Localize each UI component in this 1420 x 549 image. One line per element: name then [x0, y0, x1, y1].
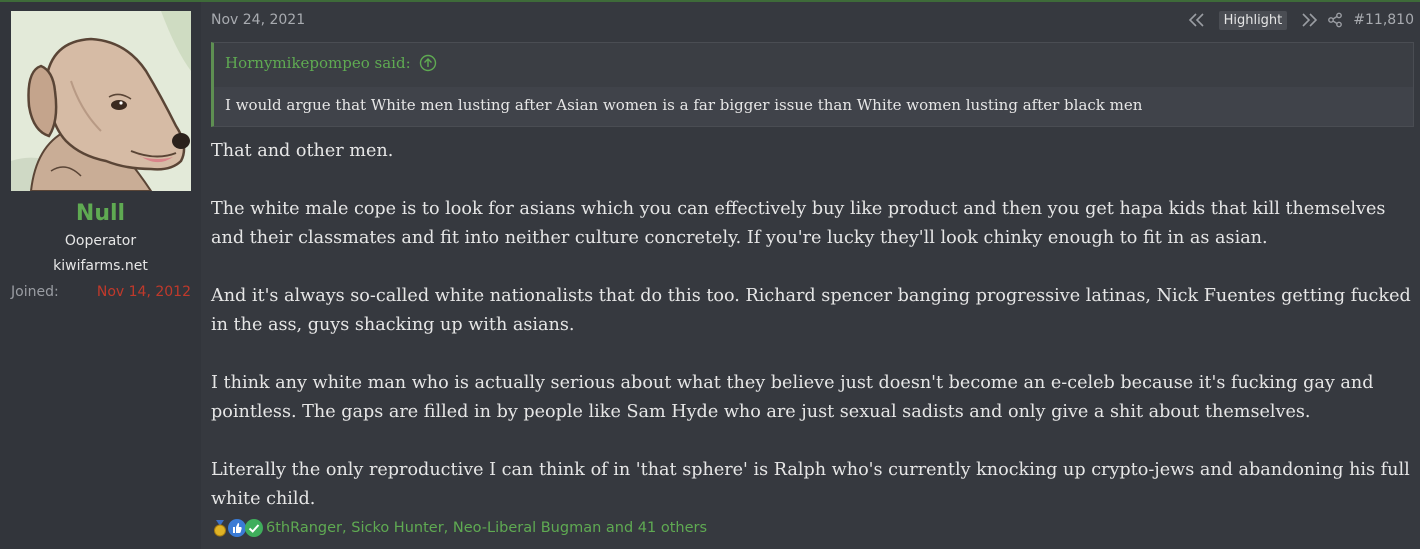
username[interactable]: Null: [0, 201, 201, 226]
user-title: Ooperator: [64, 233, 137, 249]
post-actions: Highlight #11,810: [1187, 10, 1414, 30]
highlight-button[interactable]: Highlight: [1218, 10, 1288, 30]
message-paragraph: That and other men.: [211, 141, 394, 161]
post-content: Nov 24, 2021 Highlight #11,810 Hornymike…: [201, 2, 1420, 549]
quote-body: I would argue that White men lusting aft…: [214, 87, 1413, 126]
dog-avatar-icon: [11, 11, 191, 191]
reactions-bar: 6thRanger, Sicko Hunter, Neo-Liberal Bug…: [211, 519, 707, 537]
medal-icon: [211, 519, 229, 537]
check-icon: [245, 519, 263, 537]
message-body: That and other men. The white male cope …: [211, 137, 1416, 514]
message-paragraph: Literally the only reproductive I can th…: [211, 460, 1410, 509]
avatar[interactable]: [11, 11, 191, 191]
reaction-icons[interactable]: [211, 519, 263, 537]
message-paragraph: The white male cope is to look for asian…: [211, 199, 1386, 248]
reactions-list-link[interactable]: 6thRanger, Sicko Hunter, Neo-Liberal Bug…: [266, 520, 707, 536]
quote-block: Hornymikepompeo said: I would argue that…: [211, 42, 1414, 127]
quote-header: Hornymikepompeo said:: [225, 54, 437, 72]
post-number[interactable]: #11,810: [1353, 12, 1414, 28]
share-icon[interactable]: [1325, 10, 1345, 30]
user-sidebar: Null Ooperator kiwifarms.net Joined: Nov…: [0, 2, 201, 549]
post-date[interactable]: Nov 24, 2021: [211, 12, 305, 28]
joined-row: Joined: Nov 14, 2012: [11, 284, 191, 300]
thumbs-up-icon: [228, 519, 246, 537]
quote-author[interactable]: Hornymikepompeo said:: [225, 54, 411, 72]
rewind-icon[interactable]: [1187, 10, 1207, 30]
forum-post: Null Ooperator kiwifarms.net Joined: Nov…: [0, 2, 1420, 549]
fast-forward-icon[interactable]: [1299, 10, 1319, 30]
arrow-up-circle-icon[interactable]: [419, 54, 437, 72]
quote-text: I would argue that White men lusting aft…: [225, 96, 1143, 114]
user-site: kiwifarms.net: [53, 258, 148, 274]
message-paragraph: And it's always so-called white national…: [211, 286, 1411, 335]
joined-label: Joined:: [11, 284, 59, 300]
joined-date: Nov 14, 2012: [96, 284, 191, 300]
message-paragraph: I think any white man who is actually se…: [211, 373, 1374, 422]
